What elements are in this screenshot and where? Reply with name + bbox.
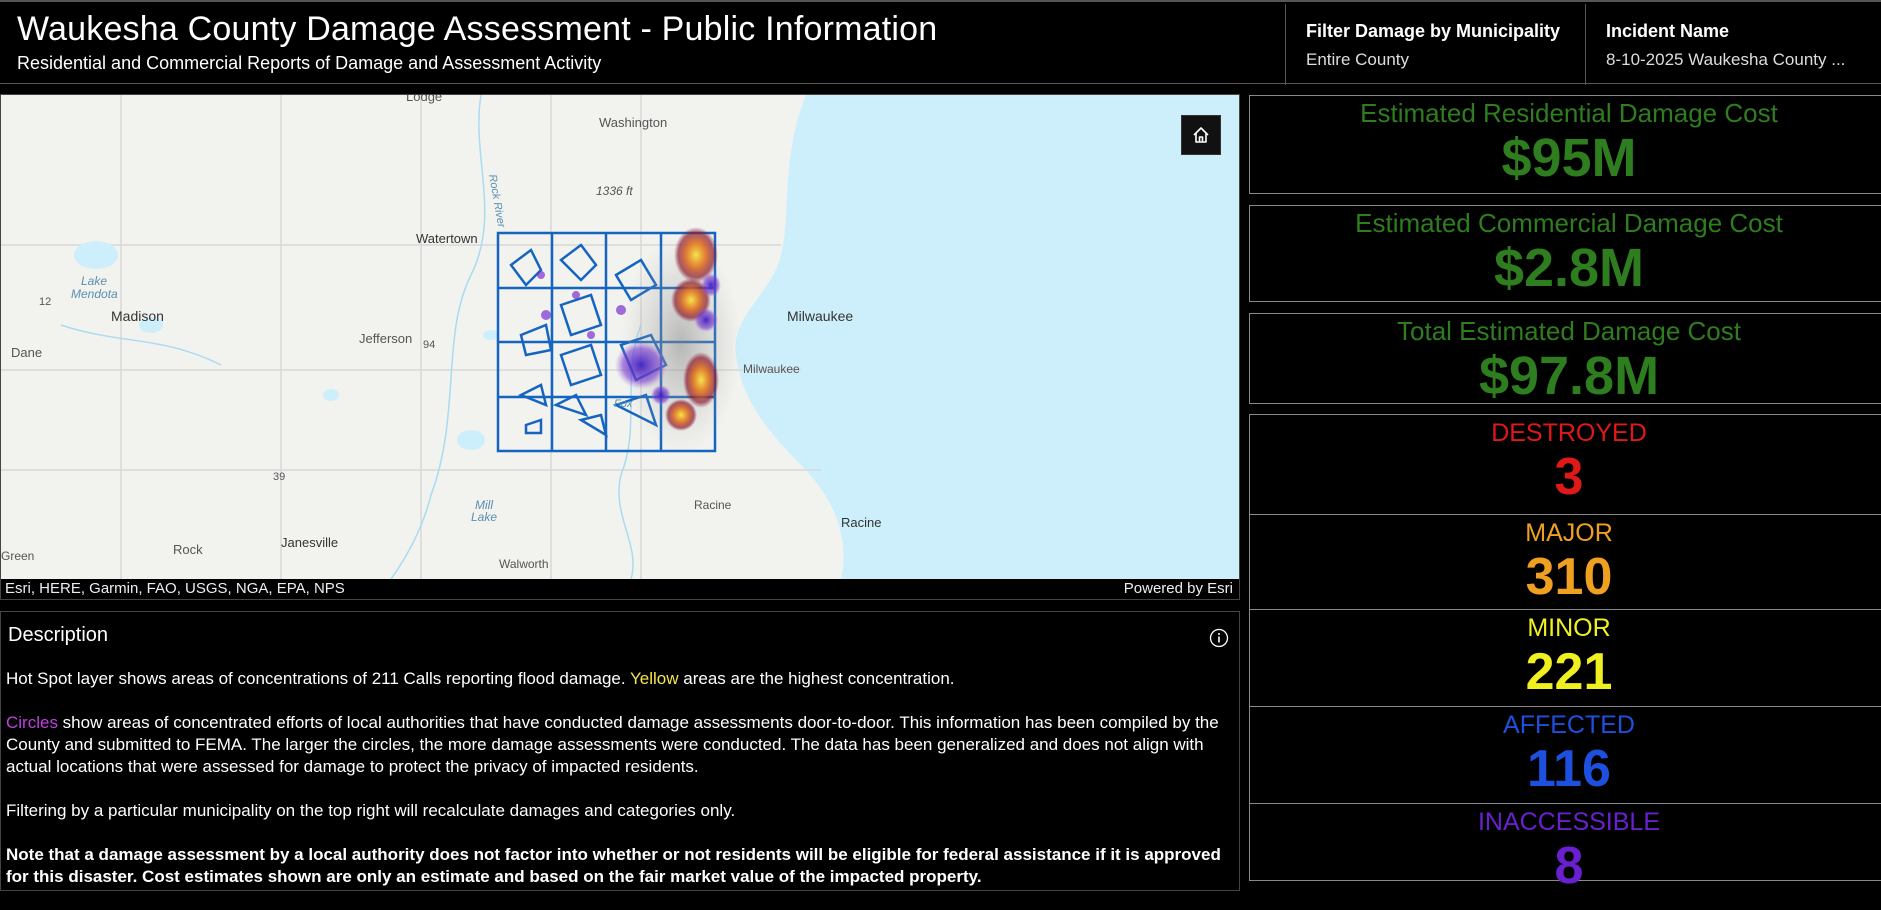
label-milwaukee-county: Milwaukee: [743, 362, 800, 376]
residential-cost-card: Estimated Residential Damage Cost $95M: [1249, 95, 1881, 194]
description-paragraph-3: Filtering by a particular municipality o…: [6, 801, 736, 820]
home-button[interactable]: [1181, 115, 1221, 155]
municipality-filter-label: Filter Damage by Municipality: [1306, 21, 1561, 41]
yellow-highlight: Yellow: [630, 669, 679, 688]
map-panel[interactable]: Lodge Washington 1336 ft Watertown Lake …: [0, 94, 1240, 600]
label-rock: Rock: [173, 542, 203, 557]
total-cost-label: Total Estimated Damage Cost: [1397, 316, 1741, 346]
commercial-cost-card: Estimated Commercial Damage Cost $2.8M: [1249, 205, 1881, 302]
label-green: Green: [1, 549, 34, 563]
total-cost-value: $97.8M: [1478, 346, 1660, 406]
destroyed-value: 3: [1554, 448, 1584, 506]
label-elevation: 1336 ft: [596, 184, 633, 198]
circles-highlight: Circles: [6, 713, 58, 732]
title-block: Waukesha County Damage Assessment - Publ…: [17, 10, 937, 74]
home-icon: [1193, 127, 1209, 143]
label-racine-county: Racine: [694, 498, 732, 512]
incident-name-value[interactable]: 8-10-2025 Waukesha County ...: [1606, 50, 1881, 70]
inaccessible-value: 8: [1554, 837, 1584, 895]
major-card: MAJOR 310: [1249, 514, 1881, 610]
destroyed-card: DESTROYED 3: [1249, 414, 1881, 515]
map-canvas[interactable]: Lodge Washington 1336 ft Watertown Lake …: [1, 95, 1239, 579]
commercial-cost-label: Estimated Commercial Damage Cost: [1355, 208, 1783, 238]
label-dane: Dane: [11, 345, 42, 360]
dashboard-header: Waukesha County Damage Assessment - Publ…: [0, 0, 1881, 85]
map-attribution: Esri, HERE, Garmin, FAO, USGS, NGA, EPA,…: [1, 579, 1239, 599]
powered-by-esri[interactable]: Powered by Esri: [1124, 580, 1233, 597]
affected-card: AFFECTED 116: [1249, 706, 1881, 804]
residential-cost-value: $95M: [1501, 128, 1637, 188]
residential-cost-label: Estimated Residential Damage Cost: [1360, 98, 1778, 128]
label-racine-city: Racine: [841, 515, 881, 530]
label-walworth: Walworth: [499, 557, 549, 571]
label-washington: Washington: [599, 115, 667, 130]
info-icon[interactable]: [1209, 628, 1229, 648]
attribution-text: Esri, HERE, Garmin, FAO, USGS, NGA, EPA,…: [5, 580, 345, 597]
incident-name-filter[interactable]: Incident Name 8-10-2025 Waukesha County …: [1585, 4, 1881, 85]
inaccessible-label: INACCESSIBLE: [1477, 808, 1660, 836]
total-cost-card: Total Estimated Damage Cost $97.8M: [1249, 313, 1881, 406]
description-note: Note that a damage assessment by a local…: [6, 845, 1221, 886]
affected-value: 116: [1527, 740, 1611, 798]
label-hwy94: 94: [423, 339, 435, 351]
page-title: Waukesha County Damage Assessment - Publ…: [17, 10, 938, 48]
label-lake-mendota: Lake: [81, 274, 107, 288]
destroyed-label: DESTROYED: [1491, 419, 1647, 447]
description-paragraph-1: Hot Spot layer shows areas of concentrat…: [6, 669, 955, 688]
major-value: 310: [1525, 548, 1613, 606]
minor-card: MINOR 221: [1249, 609, 1881, 707]
description-panel: Description Hot Spot layer shows areas o…: [0, 611, 1240, 891]
label-janesville: Janesville: [281, 535, 338, 550]
affected-label: AFFECTED: [1503, 711, 1635, 739]
label-madison: Madison: [111, 308, 164, 324]
commercial-cost-value: $2.8M: [1493, 238, 1645, 298]
incident-name-label: Incident Name: [1606, 21, 1730, 41]
svg-text:Mendota: Mendota: [71, 287, 118, 301]
label-milwaukee-city: Milwaukee: [787, 308, 853, 324]
label-lodge: Lodge: [406, 95, 442, 104]
label-hwy39: 39: [273, 471, 285, 483]
description-paragraph-2: Circles show areas of concentrated effor…: [6, 713, 1219, 776]
description-body: Hot Spot layer shows areas of concentrat…: [6, 668, 1231, 910]
inaccessible-card: INACCESSIBLE 8: [1249, 803, 1881, 895]
description-title: Description: [8, 624, 109, 646]
label-hwy12: 12: [39, 296, 51, 308]
label-jefferson: Jefferson: [359, 331, 412, 346]
svg-text:Lake: Lake: [471, 510, 497, 524]
page-subtitle: Residential and Commercial Reports of Da…: [17, 53, 602, 73]
minor-value: 221: [1525, 643, 1613, 701]
label-watertown: Watertown: [416, 231, 478, 246]
label-fox: Fox: [614, 398, 633, 410]
municipality-filter-value[interactable]: Entire County: [1306, 50, 1585, 70]
municipality-filter[interactable]: Filter Damage by Municipality Entire Cou…: [1285, 4, 1585, 85]
major-label: MAJOR: [1525, 519, 1613, 547]
minor-label: MINOR: [1527, 614, 1611, 642]
